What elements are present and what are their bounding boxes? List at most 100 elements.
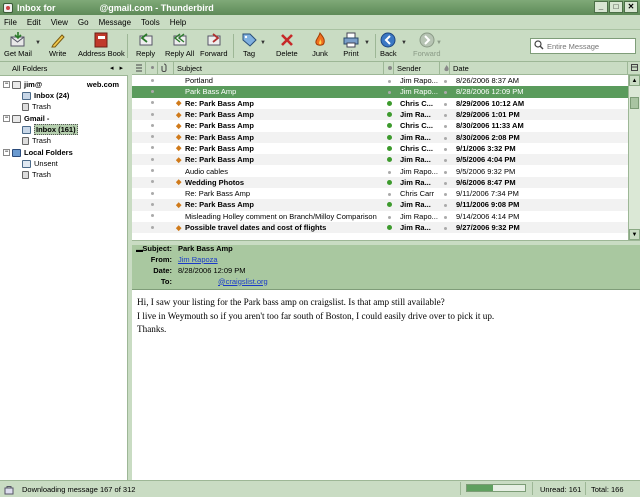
thread-column-header[interactable] bbox=[132, 62, 146, 75]
star-icon[interactable] bbox=[150, 191, 154, 195]
unread-icon[interactable] bbox=[386, 134, 392, 140]
account-gmail[interactable]: − Gmail - bbox=[3, 113, 49, 124]
tag-button[interactable]: Tag bbox=[241, 32, 257, 58]
star-icon[interactable] bbox=[150, 112, 154, 116]
print-button[interactable]: Print bbox=[343, 32, 359, 58]
message-row[interactable]: ◆ Re: Park Bass Amp Chris C... 8/29/2006 … bbox=[132, 98, 628, 109]
unread-icon[interactable] bbox=[386, 179, 392, 185]
junk-status-icon[interactable] bbox=[443, 91, 447, 95]
junk-status-icon[interactable] bbox=[443, 170, 447, 174]
message-row[interactable]: ◆ Re: Park Bass Amp Chris C... 8/30/2006 … bbox=[132, 120, 628, 131]
star-icon[interactable] bbox=[150, 169, 154, 173]
get-mail-button[interactable]: Get Mail bbox=[4, 32, 32, 58]
message-row[interactable]: Portland Jim Rapo... 8/26/2006 8:37 AM bbox=[132, 75, 628, 86]
star-column-header[interactable] bbox=[146, 62, 158, 75]
unread-icon[interactable] bbox=[386, 145, 392, 151]
unread-icon[interactable] bbox=[386, 225, 392, 231]
column-picker[interactable] bbox=[628, 62, 640, 75]
message-row[interactable]: Audio cables Jim Rapo... 9/5/2006 9:32 P… bbox=[132, 165, 628, 176]
message-row[interactable]: ◆ Re: Park Bass Amp Jim Ra... 8/30/2006 2… bbox=[132, 131, 628, 143]
menu-go[interactable]: Go bbox=[78, 18, 89, 27]
message-row[interactable]: ◆ Re: Park Bass Amp Chris C... 9/1/2006 3… bbox=[132, 143, 628, 154]
message-row[interactable]: ◆ Re: Park Bass Amp Jim Ra... 9/11/2006 9… bbox=[132, 199, 628, 211]
date-column-header[interactable]: Date bbox=[450, 62, 628, 75]
folder-unsent[interactable]: Unsent bbox=[22, 158, 58, 169]
get-mail-dropdown[interactable]: ▼ bbox=[35, 40, 41, 46]
star-icon[interactable] bbox=[150, 214, 154, 218]
attachment-column-header[interactable] bbox=[158, 62, 174, 75]
close-button[interactable]: ✕ bbox=[624, 1, 638, 13]
collapse-toggle[interactable]: − bbox=[3, 115, 10, 122]
forward-button[interactable]: Forward bbox=[200, 32, 228, 58]
search-input[interactable] bbox=[547, 41, 633, 51]
reply-button[interactable]: Reply bbox=[136, 32, 155, 58]
folder-pane-header[interactable]: All Folders ◂ ▸ bbox=[0, 62, 128, 76]
star-icon[interactable] bbox=[150, 101, 154, 105]
maximize-button[interactable]: □ bbox=[609, 1, 623, 13]
minimize-button[interactable]: _ bbox=[594, 1, 608, 13]
subject-column-header[interactable]: Subject bbox=[174, 62, 384, 75]
search-box[interactable] bbox=[530, 38, 636, 54]
junk-status-icon[interactable] bbox=[443, 227, 447, 231]
unread-icon[interactable] bbox=[386, 157, 392, 163]
read-column-header[interactable] bbox=[384, 62, 394, 75]
menu-help[interactable]: Help bbox=[170, 18, 186, 27]
star-icon[interactable] bbox=[150, 225, 154, 229]
unread-icon[interactable] bbox=[386, 202, 392, 208]
junk-status-icon[interactable] bbox=[443, 125, 447, 129]
read-status-icon[interactable] bbox=[387, 170, 391, 174]
star-icon[interactable] bbox=[150, 89, 154, 93]
back-dropdown[interactable]: ▼ bbox=[401, 40, 407, 46]
folder-trash[interactable]: Trash bbox=[22, 135, 51, 146]
junk-status-icon[interactable] bbox=[443, 181, 447, 185]
star-icon[interactable] bbox=[150, 202, 154, 206]
message-row[interactable]: ◆ Possible travel dates and cost of fligh… bbox=[132, 221, 628, 234]
read-status-icon[interactable] bbox=[387, 215, 391, 219]
junk-column-header[interactable] bbox=[440, 62, 450, 75]
folder-inbox[interactable]: Inbox (24) bbox=[22, 90, 69, 101]
junk-status-icon[interactable] bbox=[443, 136, 447, 140]
write-button[interactable]: Write bbox=[49, 32, 66, 58]
from-link[interactable]: Jim Rapoza bbox=[178, 255, 218, 264]
junk-status-icon[interactable] bbox=[443, 159, 447, 163]
star-icon[interactable] bbox=[150, 180, 154, 184]
forward-nav-dropdown[interactable]: ▼ bbox=[436, 40, 442, 46]
junk-button[interactable]: Junk bbox=[312, 32, 328, 58]
message-row[interactable]: ◆ Re: Park Bass Amp Jim Ra... 8/29/2006 1… bbox=[132, 108, 628, 121]
message-list-scrollbar[interactable]: ▲ ▼ bbox=[628, 75, 640, 240]
folder-view-nav[interactable]: ◂ ▸ bbox=[110, 64, 125, 72]
collapse-toggle[interactable]: − bbox=[3, 81, 10, 88]
print-dropdown[interactable]: ▼ bbox=[364, 40, 370, 46]
menu-view[interactable]: View bbox=[51, 18, 68, 27]
reply-all-button[interactable]: Reply All bbox=[165, 32, 194, 58]
message-row[interactable]: Re: Park Bass Amp Chris Carr 9/11/2006 7… bbox=[132, 188, 628, 199]
address-book-button[interactable]: Address Book bbox=[78, 32, 125, 58]
junk-status-icon[interactable] bbox=[443, 147, 447, 151]
star-icon[interactable] bbox=[150, 157, 154, 161]
scroll-down-button[interactable]: ▼ bbox=[629, 229, 640, 240]
message-row[interactable]: Misleading Holley comment on Branch/Mill… bbox=[132, 211, 628, 222]
unread-icon[interactable] bbox=[386, 123, 392, 129]
message-row[interactable]: ◆ Re: Park Bass Amp Jim Ra... 9/5/2006 4:… bbox=[132, 154, 628, 166]
scroll-thumb[interactable] bbox=[630, 97, 639, 109]
menu-edit[interactable]: Edit bbox=[27, 18, 41, 27]
message-row[interactable]: ◆ Wedding Photos Jim Ra... 9/6/2006 8:47 … bbox=[132, 176, 628, 188]
junk-status-icon[interactable] bbox=[443, 114, 447, 118]
menu-tools[interactable]: Tools bbox=[141, 18, 160, 27]
read-status-icon[interactable] bbox=[387, 91, 391, 95]
folder-trash[interactable]: Trash bbox=[22, 101, 51, 112]
star-icon[interactable] bbox=[150, 135, 154, 139]
folder-inbox[interactable]: Inbox (161) bbox=[22, 124, 78, 135]
menu-file[interactable]: File bbox=[4, 18, 17, 27]
unread-icon[interactable] bbox=[386, 100, 392, 106]
back-button[interactable]: Back bbox=[380, 32, 397, 58]
scroll-up-button[interactable]: ▲ bbox=[629, 75, 640, 86]
delete-button[interactable]: Delete bbox=[276, 32, 298, 58]
unread-icon[interactable] bbox=[386, 112, 392, 118]
junk-status-icon[interactable] bbox=[443, 215, 447, 219]
star-icon[interactable] bbox=[150, 123, 154, 127]
junk-status-icon[interactable] bbox=[443, 204, 447, 208]
local-folders[interactable]: − Local Folders bbox=[3, 147, 73, 158]
star-icon[interactable] bbox=[150, 78, 154, 82]
tag-dropdown[interactable]: ▼ bbox=[260, 40, 266, 46]
